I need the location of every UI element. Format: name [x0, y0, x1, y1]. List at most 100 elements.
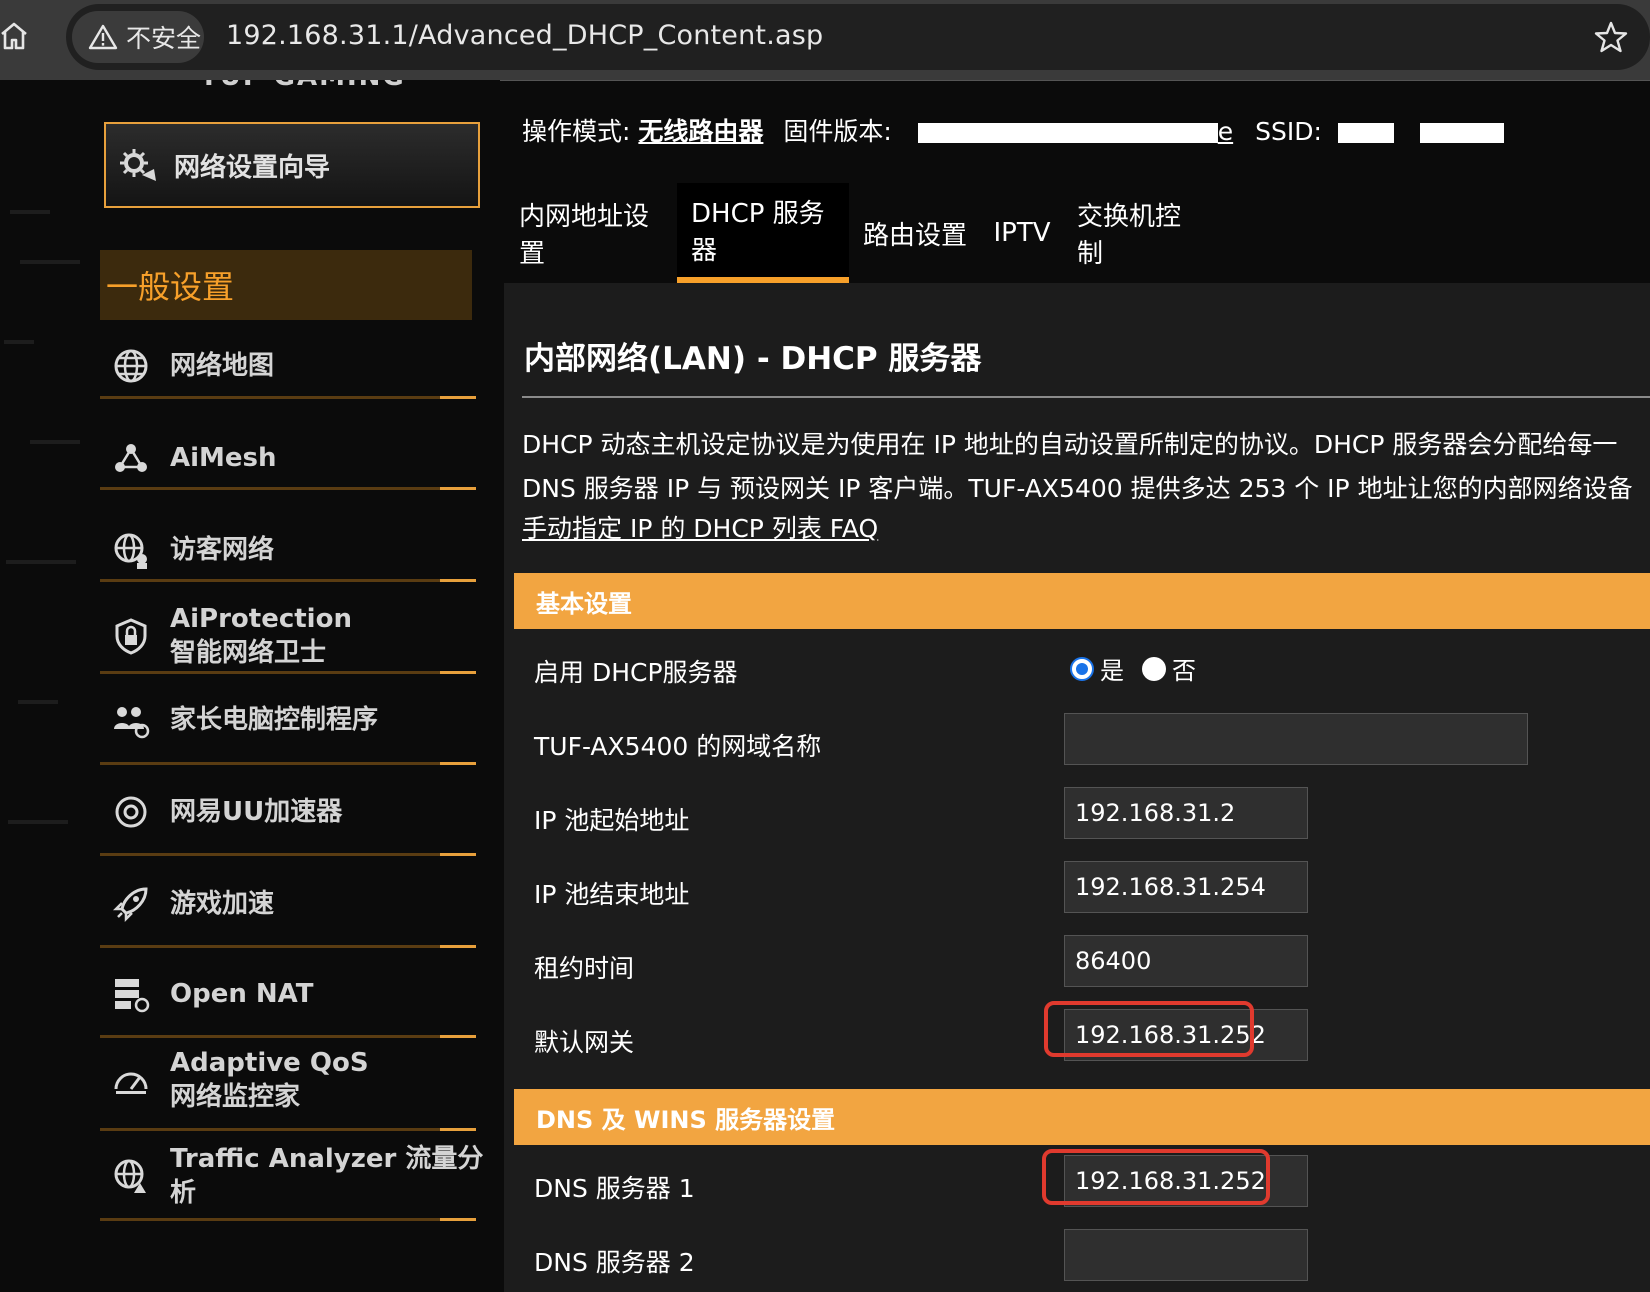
pool-end-label: IP 池结束地址	[534, 880, 690, 909]
dhcp-enable-no-radio[interactable]	[1142, 656, 1166, 681]
sidebar-item-label: 网络地图	[170, 351, 275, 381]
open-nat-icon	[115, 979, 150, 1013]
default-gateway-label: 默认网关	[534, 1028, 635, 1057]
page-title: 内部网络(LAN) - DHCP 服务器	[524, 341, 982, 377]
sidebar-divider	[100, 671, 476, 674]
browser-toolbar: 不安全 192.168.31.1/Advanced_DHCP_Content.a…	[0, 0, 1650, 81]
tab-route[interactable]: 路由设置	[849, 183, 981, 283]
globe-icon	[114, 349, 148, 383]
redacted-block	[1337, 123, 1394, 143]
tab-label: IPTV	[993, 218, 1051, 248]
sidebar-divider	[100, 487, 476, 490]
tab-dhcp-server[interactable]: DHCP 服务器	[677, 183, 849, 283]
dns-wins-settings-header: DNS 及 WINS 服务器设置	[514, 1089, 1650, 1145]
ssid-link[interactable]	[1337, 117, 1394, 146]
operation-mode-label: 操作模式:	[522, 117, 631, 146]
pool-start-input[interactable]: 192.168.31.2	[1064, 787, 1308, 839]
sidebar-item-label: 网易UU加速器	[170, 797, 343, 827]
sidebar-divider	[100, 1035, 476, 1038]
ssid-link-5g[interactable]	[1419, 117, 1504, 146]
tab-label: 交换机控制	[1077, 202, 1182, 269]
basic-settings-header: 基本设置	[514, 573, 1650, 629]
pool-start-label: IP 池起始地址	[534, 806, 690, 835]
dhcp-enable-label: 启用 DHCP服务器	[534, 658, 738, 687]
rocket-icon	[112, 887, 148, 923]
sidebar-divider	[100, 762, 476, 765]
domain-name-label: TUF-AX5400 的网域名称	[534, 732, 822, 761]
description-line: DNS 服务器 IP 与 预设网关 IP 客户端。TUF-AX5400 提供多达…	[522, 474, 1633, 503]
sidebar-item-traffic-analyzer[interactable]: Traffic Analyzer 流量分析	[112, 1144, 500, 1208]
sidebar-item-guest-network[interactable]: 访客网络	[112, 522, 482, 578]
general-settings-title: 一般设置	[106, 268, 235, 306]
brand-logo-text: TUF GAMING	[200, 80, 406, 92]
tab-lan-ip[interactable]: 内网地址设置	[505, 183, 677, 283]
shield-lock-icon	[115, 618, 147, 655]
guest-network-icon	[114, 533, 147, 569]
sidebar-item-adaptive-qos[interactable]: Adaptive QoS 网络监控家	[112, 1042, 482, 1118]
gauge-icon	[114, 1072, 148, 1094]
traffic-analyzer-icon	[114, 1159, 146, 1193]
parental-control-icon	[114, 707, 150, 739]
description-line: DHCP 动态主机设定协议是为使用在 IP 地址的自动设置所制定的协议。DHCP…	[522, 430, 1618, 459]
lease-time-label: 租约时间	[534, 954, 635, 983]
redacted-block	[917, 123, 1218, 143]
sidebar-item-uu-accelerator[interactable]: 网易UU加速器	[112, 784, 482, 840]
security-chip[interactable]: 不安全	[72, 11, 204, 63]
firmware-version-link[interactable]: e	[917, 117, 1234, 146]
warning-icon	[88, 24, 118, 50]
sidebar-item-open-nat[interactable]: Open NAT	[112, 966, 482, 1022]
security-label: 不安全	[126, 24, 202, 53]
sidebar-item-aiprotection[interactable]: AiProtection 智能网络卫士	[112, 598, 482, 674]
sidebar-item-game-boost[interactable]: 游戏加速	[112, 876, 482, 932]
sidebar-item-network-map[interactable]: 网络地图	[112, 338, 482, 394]
sidebar-divider	[100, 396, 476, 399]
sidebar-item-label: AiProtection	[170, 604, 352, 634]
faq-link[interactable]: 手动指定 IP 的 DHCP 列表 FAQ	[522, 509, 878, 545]
tab-label: 路由设置	[863, 220, 968, 251]
ssid-label: SSID:	[1255, 117, 1322, 146]
pool-end-input[interactable]: 192.168.31.254	[1064, 861, 1308, 913]
sidebar: TUF GAMING 网络设置向导 一般设置 网络地图 AiMesh	[0, 80, 500, 1292]
sidebar-item-aimesh[interactable]: AiMesh	[112, 430, 482, 486]
description: DHCP 动态主机设定协议是为使用在 IP 地址的自动设置所制定的协议。DHCP…	[522, 423, 1650, 511]
tab-label: 内网地址设置	[519, 202, 650, 269]
sidebar-divider	[100, 1128, 476, 1131]
redacted-block	[1419, 123, 1504, 143]
tab-switch-control[interactable]: 交换机控制	[1063, 183, 1215, 283]
uu-accelerator-icon	[115, 796, 147, 828]
status-info-bar: 操作模式: 无线路由器 固件版本: e SSID:	[522, 112, 1504, 148]
dns1-highlight-box	[1042, 1149, 1270, 1205]
dhcp-enable-yes-radio[interactable]	[1070, 656, 1094, 681]
dhcp-enable-radio-group: 是 否	[1070, 651, 1214, 686]
sidebar-item-label: Open NAT	[170, 979, 314, 1009]
general-settings-header: 一般设置	[100, 250, 472, 320]
sidebar-item-label: 家长电脑控制程序	[170, 705, 379, 735]
sidebar-divider	[100, 945, 476, 948]
dns-server-2-label: DNS 服务器 2	[534, 1248, 695, 1277]
dns-server-2-input[interactable]	[1064, 1229, 1308, 1281]
content-panel: 内部网络(LAN) - DHCP 服务器 DHCP 动态主机设定协议是为使用在 …	[504, 283, 1650, 1292]
lan-tabs: 内网地址设置 DHCP 服务器 路由设置 IPTV 交换机控制	[505, 183, 1215, 283]
firmware-version-tail: e	[1217, 117, 1234, 146]
domain-name-input[interactable]	[1064, 713, 1528, 765]
firmware-label: 固件版本:	[783, 117, 892, 146]
tab-label: DHCP 服务器	[691, 199, 825, 266]
lease-time-input[interactable]: 86400	[1064, 935, 1308, 987]
sidebar-item-label: Traffic Analyzer 流量分析	[170, 1144, 484, 1208]
wizard-label: 网络设置向导	[174, 152, 331, 183]
sidebar-item-parental-control[interactable]: 家长电脑控制程序	[112, 692, 482, 748]
home-icon[interactable]	[0, 20, 28, 52]
network-setup-wizard-button[interactable]: 网络设置向导	[104, 122, 480, 208]
radio-yes-label: 是	[1100, 657, 1124, 685]
bookmark-star-icon[interactable]	[1594, 20, 1628, 54]
address-bar[interactable]: 不安全 192.168.31.1/Advanced_DHCP_Content.a…	[66, 4, 1650, 70]
title-divider	[522, 396, 1650, 398]
tab-iptv[interactable]: IPTV	[981, 183, 1063, 283]
sidebar-item-label: AiMesh	[170, 443, 277, 473]
radio-no-label: 否	[1172, 657, 1196, 685]
basic-settings-title: 基本设置	[536, 589, 632, 618]
dns-wins-settings-title: DNS 及 WINS 服务器设置	[536, 1105, 836, 1134]
url-text[interactable]: 192.168.31.1/Advanced_DHCP_Content.asp	[226, 20, 823, 51]
mesh-icon	[115, 444, 147, 472]
operation-mode-link[interactable]: 无线路由器	[638, 117, 763, 146]
